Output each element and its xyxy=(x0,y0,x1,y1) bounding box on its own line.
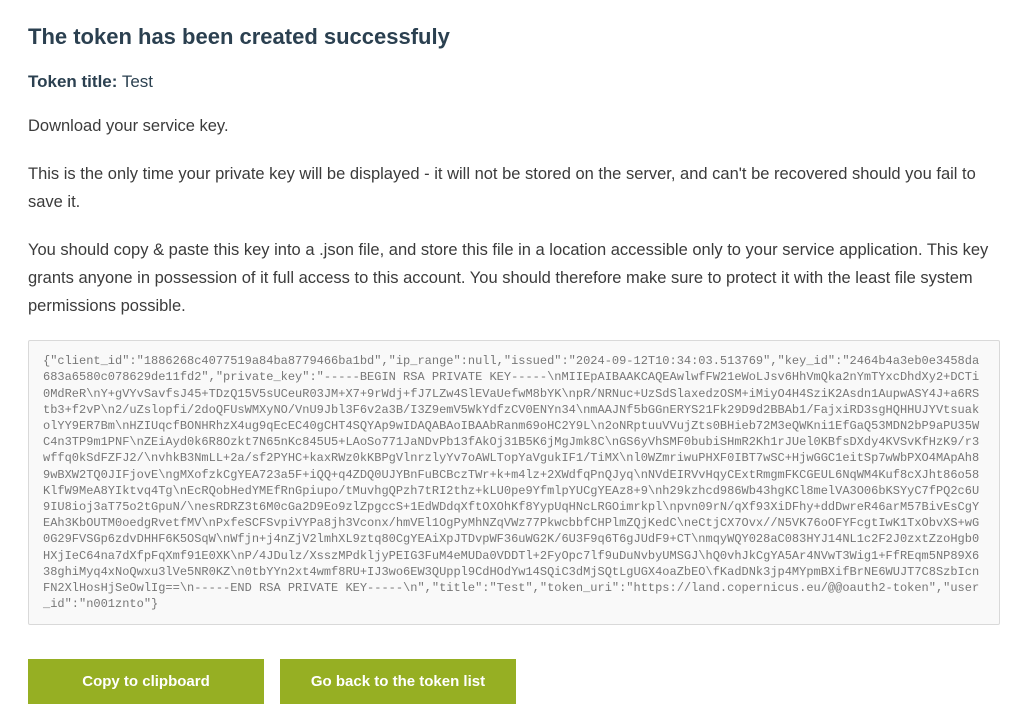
token-title-value: Test xyxy=(122,72,153,91)
service-key-content[interactable]: {"client_id":"1886268c4077519a84ba877946… xyxy=(28,340,1000,625)
copy-button[interactable]: Copy to clipboard xyxy=(28,659,264,704)
token-title-row: Token title: Test xyxy=(28,72,1000,92)
download-paragraph: Download your service key. xyxy=(28,112,1000,140)
warning-paragraph: This is the only time your private key w… xyxy=(28,160,1000,216)
back-to-list-button[interactable]: Go back to the token list xyxy=(280,659,516,704)
instructions-paragraph: You should copy & paste this key into a … xyxy=(28,236,1000,320)
page-heading: The token has been created successfuly xyxy=(28,24,1000,50)
button-row: Copy to clipboard Go back to the token l… xyxy=(28,659,1000,704)
token-title-label: Token title: xyxy=(28,72,117,91)
